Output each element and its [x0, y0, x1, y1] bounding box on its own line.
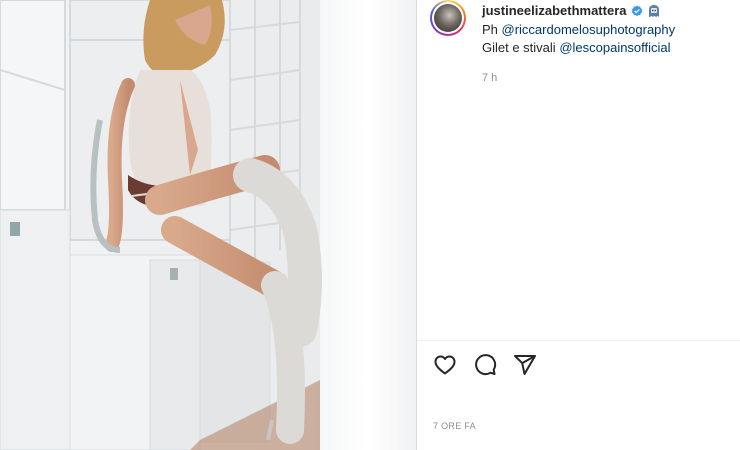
caption-timestamp[interactable]: 7 h — [482, 72, 497, 84]
post-sidebar: justineelizabethmattera Ph @riccardomelo… — [417, 0, 740, 450]
brand-mention[interactable]: @lescopainsofficial — [559, 40, 670, 55]
comment-icon — [475, 354, 497, 376]
share-icon — [514, 355, 536, 375]
caption-line-2: Gilet e stivali @lescopainsofficial — [482, 40, 671, 55]
post-photo[interactable] — [0, 0, 416, 450]
share-button[interactable] — [511, 351, 539, 379]
avatar-image — [434, 4, 462, 32]
actions-divider — [417, 340, 740, 341]
caption-line-1: Ph @riccardomelosuphotography — [482, 22, 676, 37]
like-button[interactable] — [431, 351, 459, 379]
photo-scene — [0, 0, 416, 450]
post-timestamp[interactable]: 7 ORE FA — [433, 421, 476, 431]
avatar[interactable] — [430, 0, 466, 36]
photographer-mention[interactable]: @riccardomelosuphotography — [502, 22, 676, 37]
post-caption: Ph @riccardomelosuphotography Gilet e st… — [482, 21, 675, 57]
username-link[interactable]: justineelizabethmattera — [482, 3, 627, 18]
heart-icon — [434, 355, 456, 375]
comment-button[interactable] — [471, 351, 499, 379]
username-row: justineelizabethmattera — [482, 3, 661, 18]
ghost-emoji-icon — [648, 4, 659, 17]
verified-badge-icon — [631, 5, 642, 16]
